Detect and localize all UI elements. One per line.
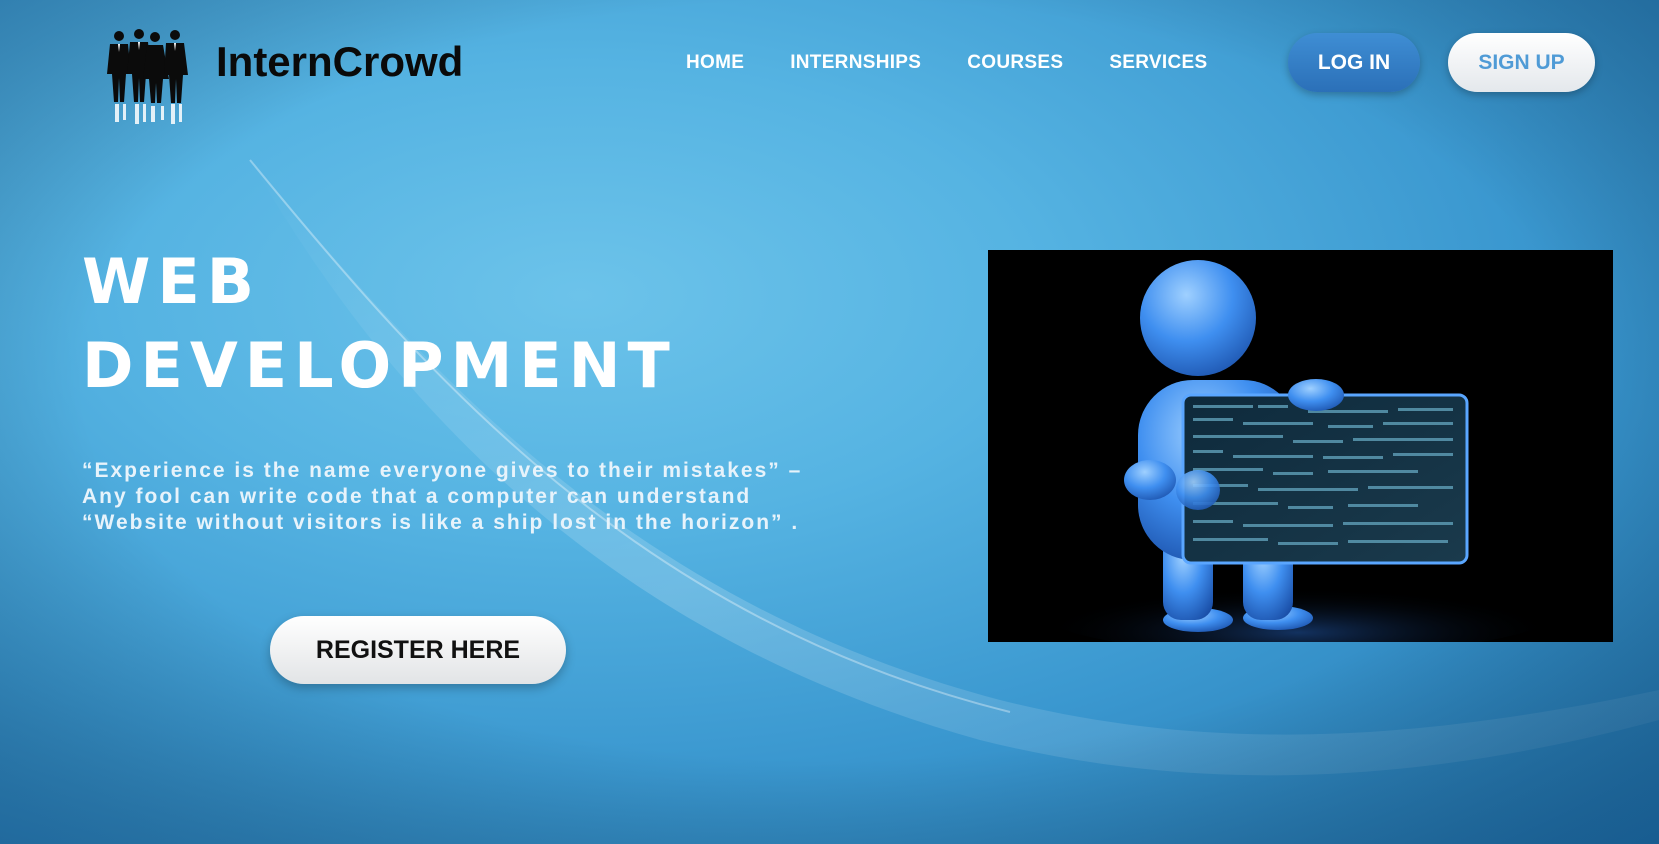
business-team-logo-icon[interactable]	[105, 28, 195, 130]
login-button[interactable]: LOG IN	[1288, 33, 1420, 92]
nav-courses[interactable]: COURSES	[967, 52, 1063, 74]
nav-home[interactable]: HOME	[686, 52, 744, 74]
nav-internships[interactable]: INTERNSHIPS	[790, 52, 921, 74]
hero-image	[988, 250, 1613, 642]
signup-button[interactable]: SIGN UP	[1448, 33, 1595, 92]
brand-name[interactable]: InternCrowd	[216, 38, 463, 86]
hero-title-line1: WEB	[82, 245, 261, 318]
nav-services[interactable]: SERVICES	[1109, 52, 1207, 74]
main-nav: HOME INTERNSHIPS COURSES SERVICES	[686, 52, 1207, 74]
hero-quote: “Experience is the name everyone gives t…	[82, 458, 802, 536]
quote-line: “Experience is the name everyone gives t…	[82, 459, 803, 482]
quote-line: Any fool can write code that a computer …	[82, 485, 752, 508]
hero-title: WEB DEVELOPMENT	[82, 240, 677, 408]
register-button[interactable]: REGISTER HERE	[270, 616, 566, 684]
quote-line: “Website without visitors is like a ship…	[82, 511, 800, 534]
figure-holding-code-screen-icon	[988, 250, 1613, 642]
hero-title-line2: DEVELOPMENT	[82, 329, 677, 402]
